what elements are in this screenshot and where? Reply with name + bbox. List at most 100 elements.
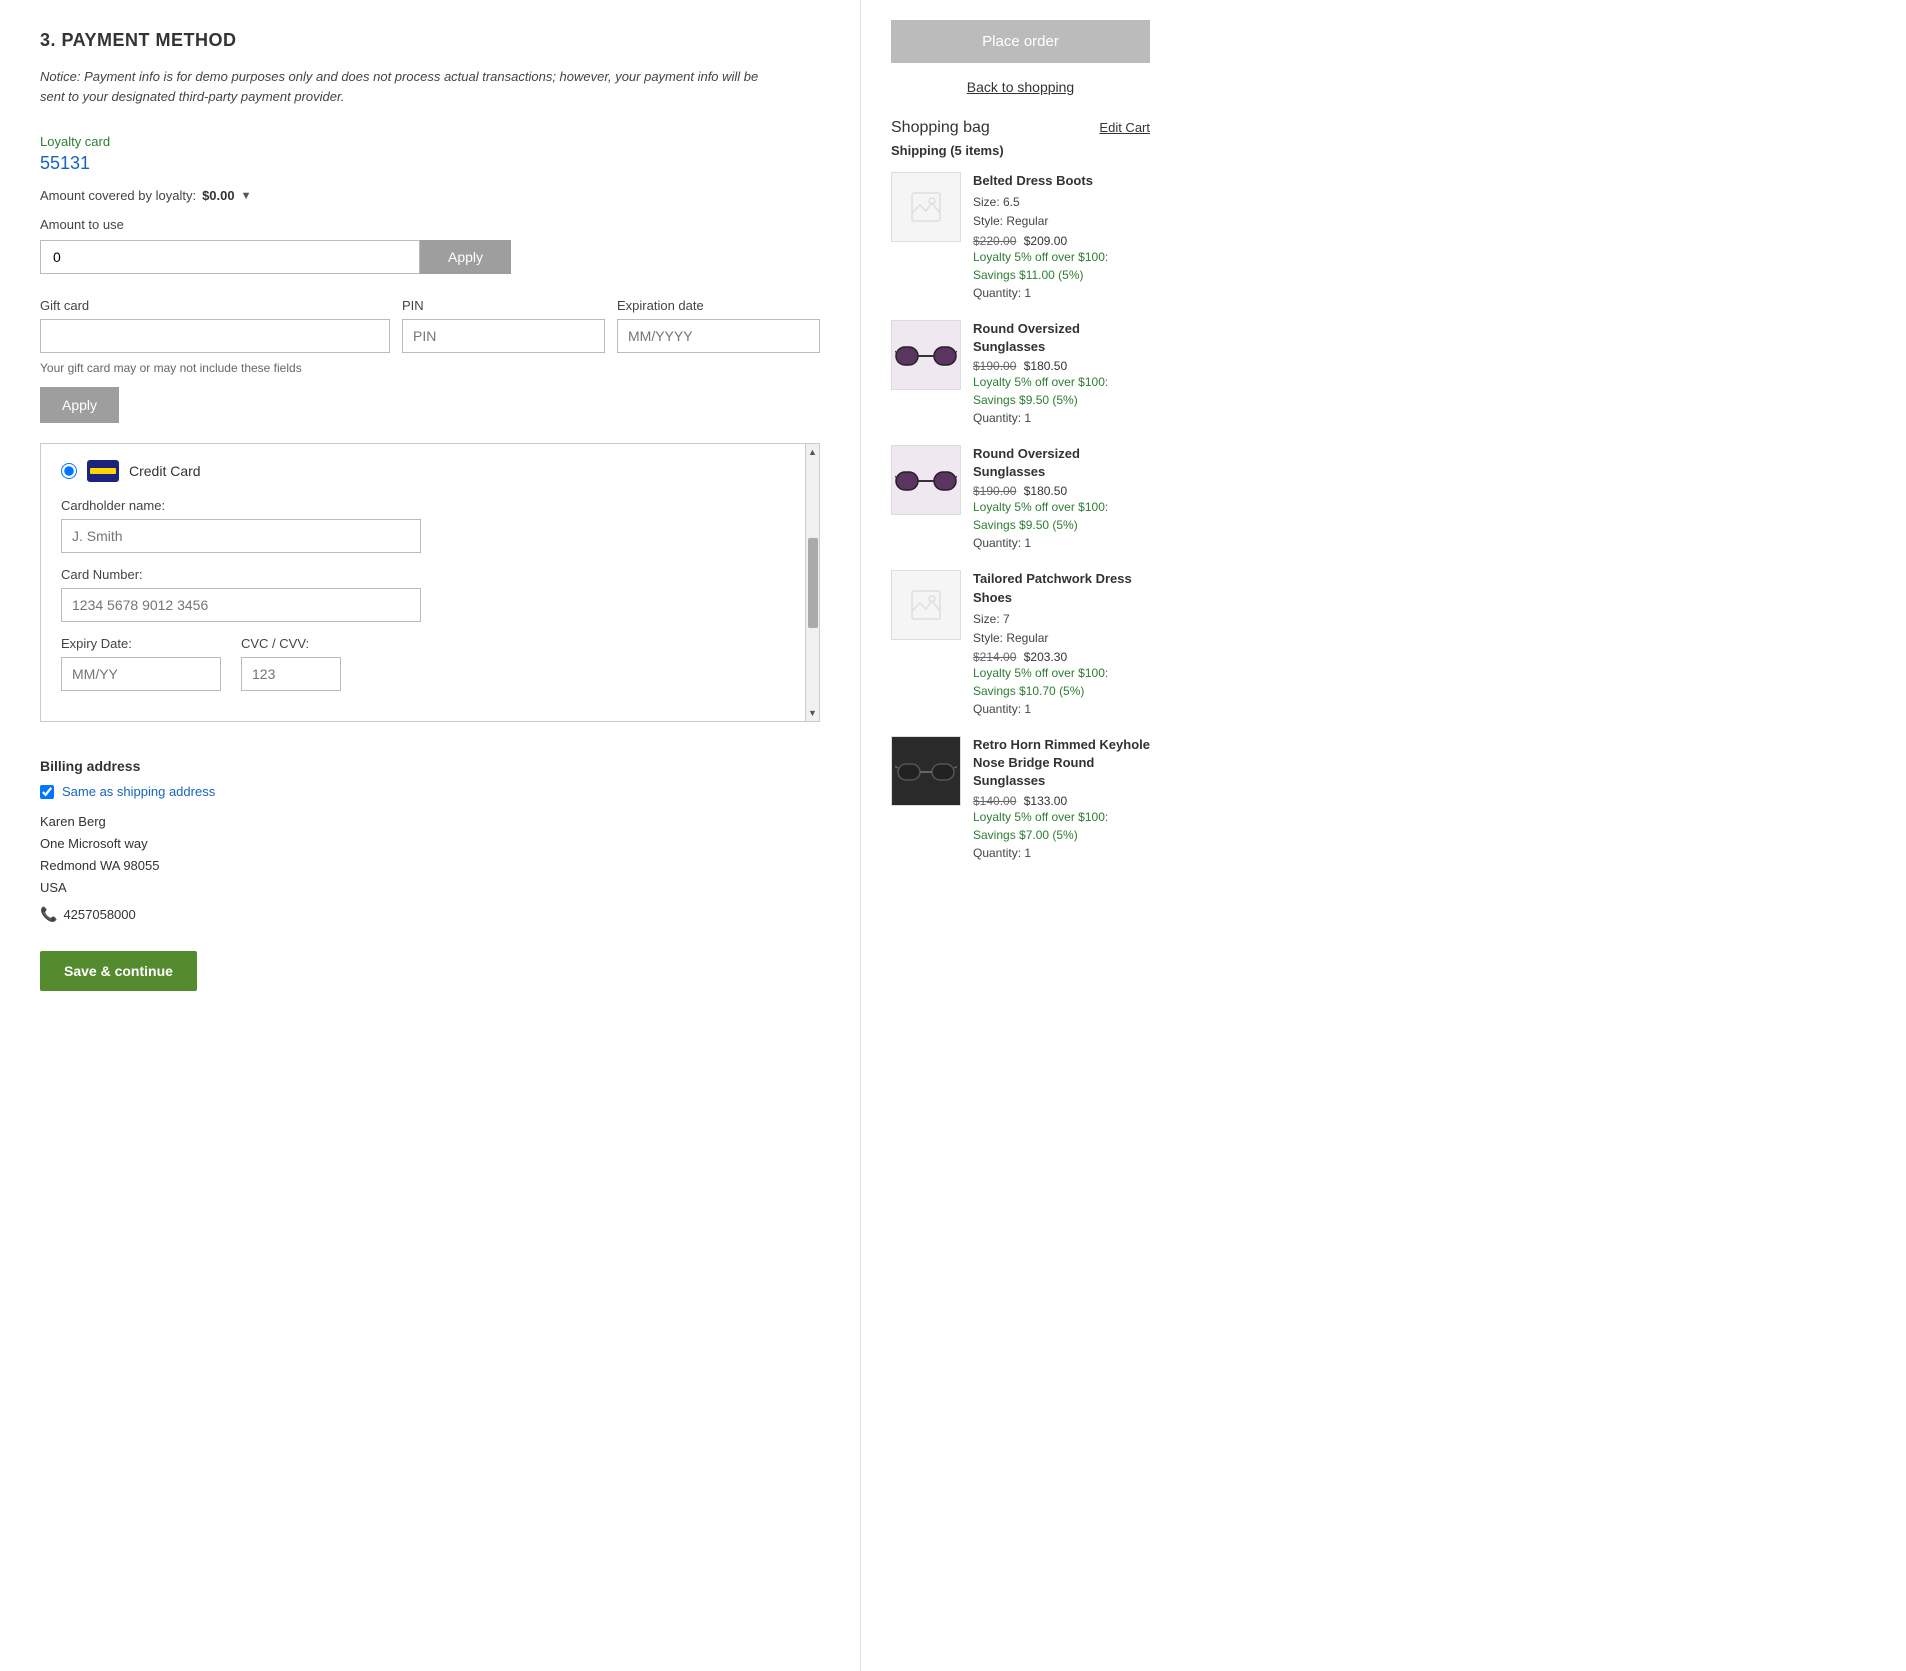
gift-pin-input[interactable] (402, 319, 605, 353)
item-prices: $220.00 $209.00 (973, 234, 1150, 248)
cart-items-container: Belted Dress Boots Size: 6.5Style: Regul… (891, 172, 1150, 860)
item-name: Belted Dress Boots (973, 172, 1150, 190)
section-title: 3. PAYMENT METHOD (40, 30, 820, 51)
scroll-thumb (808, 538, 818, 628)
item-style: Style: Regular (973, 629, 1150, 648)
item-details: Round Oversized Sunglasses $190.00 $180.… (973, 320, 1150, 425)
edit-cart-link[interactable]: Edit Cart (1099, 120, 1150, 135)
amount-covered-row: Amount covered by loyalty: $0.00 ▼ (40, 188, 820, 203)
expiry-cvv-row: Expiry Date: CVC / CVV: (61, 636, 799, 705)
item-name: Tailored Patchwork Dress Shoes (973, 570, 1150, 606)
amount-covered-label: Amount covered by loyalty: (40, 188, 196, 203)
gift-card-apply-button[interactable]: Apply (40, 387, 119, 423)
expiry-input[interactable] (61, 657, 221, 691)
item-price-original: $190.00 (973, 359, 1016, 373)
item-price-original: $220.00 (973, 234, 1016, 248)
credit-card-radio[interactable] (61, 463, 77, 479)
gift-exp-input[interactable] (617, 319, 820, 353)
cardholder-input[interactable] (61, 519, 421, 553)
item-size: Size: 6.5 (973, 193, 1150, 212)
amount-to-use-row: Apply (40, 240, 820, 274)
item-meta: Size: 6.5Style: Regular (973, 193, 1150, 231)
item-prices: $190.00 $180.50 (973, 484, 1150, 498)
same-as-shipping-label: Same as shipping address (62, 784, 215, 799)
item-prices: $190.00 $180.50 (973, 359, 1150, 373)
loyalty-number-highlight: 1 (80, 153, 90, 173)
cart-item: Belted Dress Boots Size: 6.5Style: Regul… (891, 172, 1150, 300)
credit-card-icon (87, 460, 119, 482)
cart-item: Tailored Patchwork Dress Shoes Size: 7St… (891, 570, 1150, 716)
item-quantity: Quantity: 1 (973, 846, 1150, 860)
cart-item: Retro Horn Rimmed Keyhole Nose Bridge Ro… (891, 736, 1150, 860)
item-price-sale: $133.00 (1024, 794, 1067, 808)
shopping-bag-title: Shopping bag (891, 119, 990, 137)
gift-card-field: Gift card (40, 298, 390, 353)
expiry-field: Expiry Date: (61, 636, 221, 691)
loyalty-apply-button[interactable]: Apply (420, 240, 511, 274)
item-loyalty: Loyalty 5% off over $100: Savings $9.50 … (973, 373, 1150, 409)
shipping-label: Shipping (5 items) (891, 143, 1150, 158)
billing-name: Karen Berg (40, 811, 820, 833)
item-quantity: Quantity: 1 (973, 536, 1150, 550)
gift-pin-field: PIN (402, 298, 605, 353)
scroll-up-arrow[interactable]: ▲ (808, 444, 817, 460)
billing-title: Billing address (40, 758, 820, 774)
card-number-input[interactable] (61, 588, 421, 622)
item-quantity: Quantity: 1 (973, 702, 1150, 716)
item-price-sale: $209.00 (1024, 234, 1067, 248)
item-details: Round Oversized Sunglasses $190.00 $180.… (973, 445, 1150, 550)
card-number-field: Card Number: (61, 567, 799, 622)
item-quantity: Quantity: 1 (973, 286, 1150, 300)
cvv-field: CVC / CVV: (241, 636, 341, 691)
loyalty-number-text: 5513 (40, 153, 80, 173)
place-order-button[interactable]: Place order (891, 20, 1150, 63)
item-price-original: $190.00 (973, 484, 1016, 498)
billing-country: USA (40, 877, 820, 899)
gift-card-input[interactable] (40, 319, 390, 353)
payment-method-container: Credit Card Cardholder name: Card Number… (40, 443, 820, 722)
amount-covered-dropdown[interactable]: ▼ (241, 190, 252, 202)
notice-text: Notice: Payment info is for demo purpose… (40, 67, 760, 106)
item-details: Belted Dress Boots Size: 6.5Style: Regul… (973, 172, 1150, 300)
credit-card-option[interactable]: Credit Card (61, 460, 799, 482)
item-image-placeholder (891, 172, 961, 242)
save-continue-button[interactable]: Save & continue (40, 951, 197, 991)
billing-address: Karen Berg One Microsoft way Redmond WA … (40, 811, 820, 927)
same-as-shipping-checkbox[interactable] (40, 785, 54, 799)
amount-covered-value: $0.00 (202, 188, 235, 203)
scroll-down-arrow[interactable]: ▼ (808, 705, 817, 721)
item-meta: Size: 7Style: Regular (973, 610, 1150, 648)
item-prices: $214.00 $203.30 (973, 650, 1150, 664)
amount-to-use-input[interactable] (40, 240, 420, 274)
shopping-bag-header: Shopping bag Edit Cart (891, 119, 1150, 137)
billing-phone: 4257058000 (63, 904, 135, 926)
cvv-input[interactable] (241, 657, 341, 691)
cvv-label: CVC / CVV: (241, 636, 341, 651)
item-loyalty: Loyalty 5% off over $100: Savings $11.00… (973, 248, 1150, 284)
item-name: Round Oversized Sunglasses (973, 445, 1150, 481)
loyalty-number: 55131 (40, 153, 820, 174)
item-image-placeholder (891, 570, 961, 640)
item-price-original: $214.00 (973, 650, 1016, 664)
credit-card-label: Credit Card (129, 463, 201, 479)
billing-address-line1: One Microsoft way (40, 833, 820, 855)
item-size: Size: 7 (973, 610, 1150, 629)
right-panel: Place order Back to shopping Shopping ba… (860, 0, 1180, 1671)
item-price-original: $140.00 (973, 794, 1016, 808)
loyalty-card-label: Loyalty card (40, 134, 820, 149)
gift-card-row: Gift card PIN Expiration date (40, 298, 820, 353)
billing-checkbox-row[interactable]: Same as shipping address (40, 784, 820, 799)
item-style: Style: Regular (973, 212, 1150, 231)
item-image-sunglasses (891, 445, 961, 515)
amount-to-use-label: Amount to use (40, 217, 820, 232)
gift-exp-label: Expiration date (617, 298, 820, 313)
back-to-shopping-link[interactable]: Back to shopping (891, 79, 1150, 95)
billing-phone-row: 📞 4257058000 (40, 903, 820, 927)
gift-note: Your gift card may or may not include th… (40, 361, 820, 375)
cart-item: Round Oversized Sunglasses $190.00 $180.… (891, 445, 1150, 550)
gift-card-section: Gift card PIN Expiration date Your gift … (40, 298, 820, 423)
cardholder-field: Cardholder name: (61, 498, 799, 553)
gift-exp-field: Expiration date (617, 298, 820, 353)
cart-item: Round Oversized Sunglasses $190.00 $180.… (891, 320, 1150, 425)
card-form: Cardholder name: Card Number: Expiry Dat… (61, 498, 799, 705)
